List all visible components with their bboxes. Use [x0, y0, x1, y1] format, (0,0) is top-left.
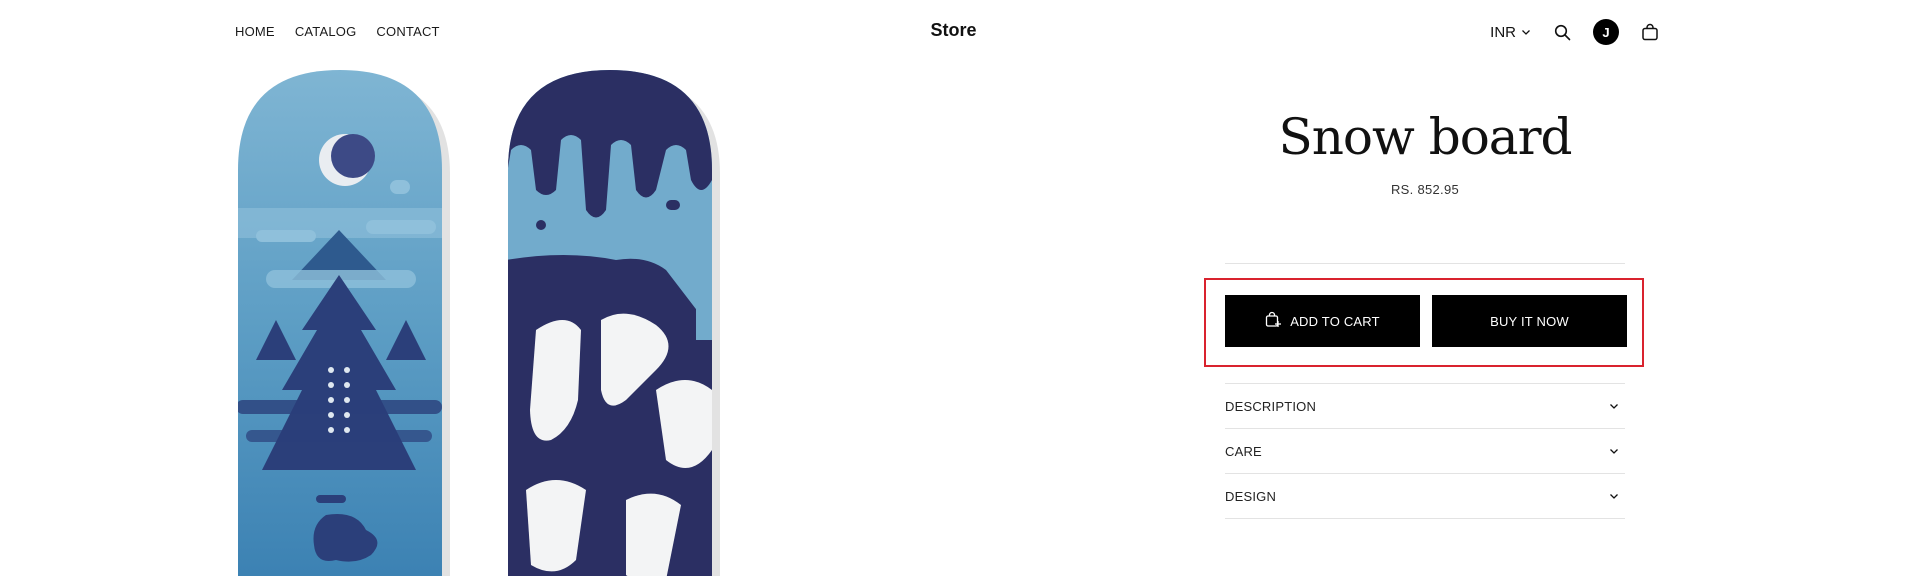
accordion-label: CARE — [1225, 443, 1262, 459]
divider — [1225, 263, 1625, 264]
nav-catalog-link[interactable]: CATALOG — [295, 24, 357, 39]
header-actions: INR J — [1490, 18, 1663, 46]
snowboard-image-front — [238, 70, 450, 576]
product-gallery — [230, 64, 750, 576]
product-info: Snow board RS. 852.95 — [1225, 64, 1625, 264]
nav-contact-link[interactable]: CONTACT — [376, 24, 439, 39]
add-to-cart-button[interactable]: ADD TO CART — [1225, 295, 1420, 347]
site-header: HOME CATALOG CONTACT Store INR J — [0, 0, 1907, 64]
add-cart-icon — [1265, 311, 1282, 331]
accordion-care[interactable]: CARE — [1225, 429, 1625, 474]
snowboard-image-back — [508, 70, 720, 576]
cart-icon[interactable] — [1637, 19, 1663, 45]
product-title: Snow board — [1278, 108, 1572, 166]
search-icon[interactable] — [1549, 19, 1575, 45]
main-nav: HOME CATALOG CONTACT — [235, 24, 440, 39]
accordion-design[interactable]: DESIGN — [1225, 474, 1625, 519]
store-logo-link[interactable]: Store — [930, 20, 976, 40]
add-to-cart-label: ADD TO CART — [1290, 313, 1380, 329]
chevron-down-icon — [1609, 399, 1619, 414]
buy-it-now-button[interactable]: BUY IT NOW — [1432, 295, 1627, 347]
currency-selector[interactable]: INR — [1490, 24, 1531, 41]
accordion-label: DESCRIPTION — [1225, 398, 1317, 414]
product-price: RS. 852.95 — [1390, 182, 1460, 197]
accordion-label: DESIGN — [1225, 488, 1277, 504]
account-avatar[interactable]: J — [1593, 19, 1619, 45]
chevron-down-icon — [1521, 24, 1531, 41]
product-accordion: DESCRIPTION CARE DESIGN — [1225, 383, 1625, 519]
purchase-buttons-highlight: ADD TO CART BUY IT NOW — [1204, 278, 1644, 367]
nav-home-link[interactable]: HOME — [235, 24, 275, 39]
currency-label: INR — [1490, 23, 1516, 41]
chevron-down-icon — [1609, 489, 1619, 504]
buy-it-now-label: BUY IT NOW — [1490, 313, 1569, 329]
chevron-down-icon — [1609, 444, 1619, 459]
accordion-description[interactable]: DESCRIPTION — [1225, 384, 1625, 429]
